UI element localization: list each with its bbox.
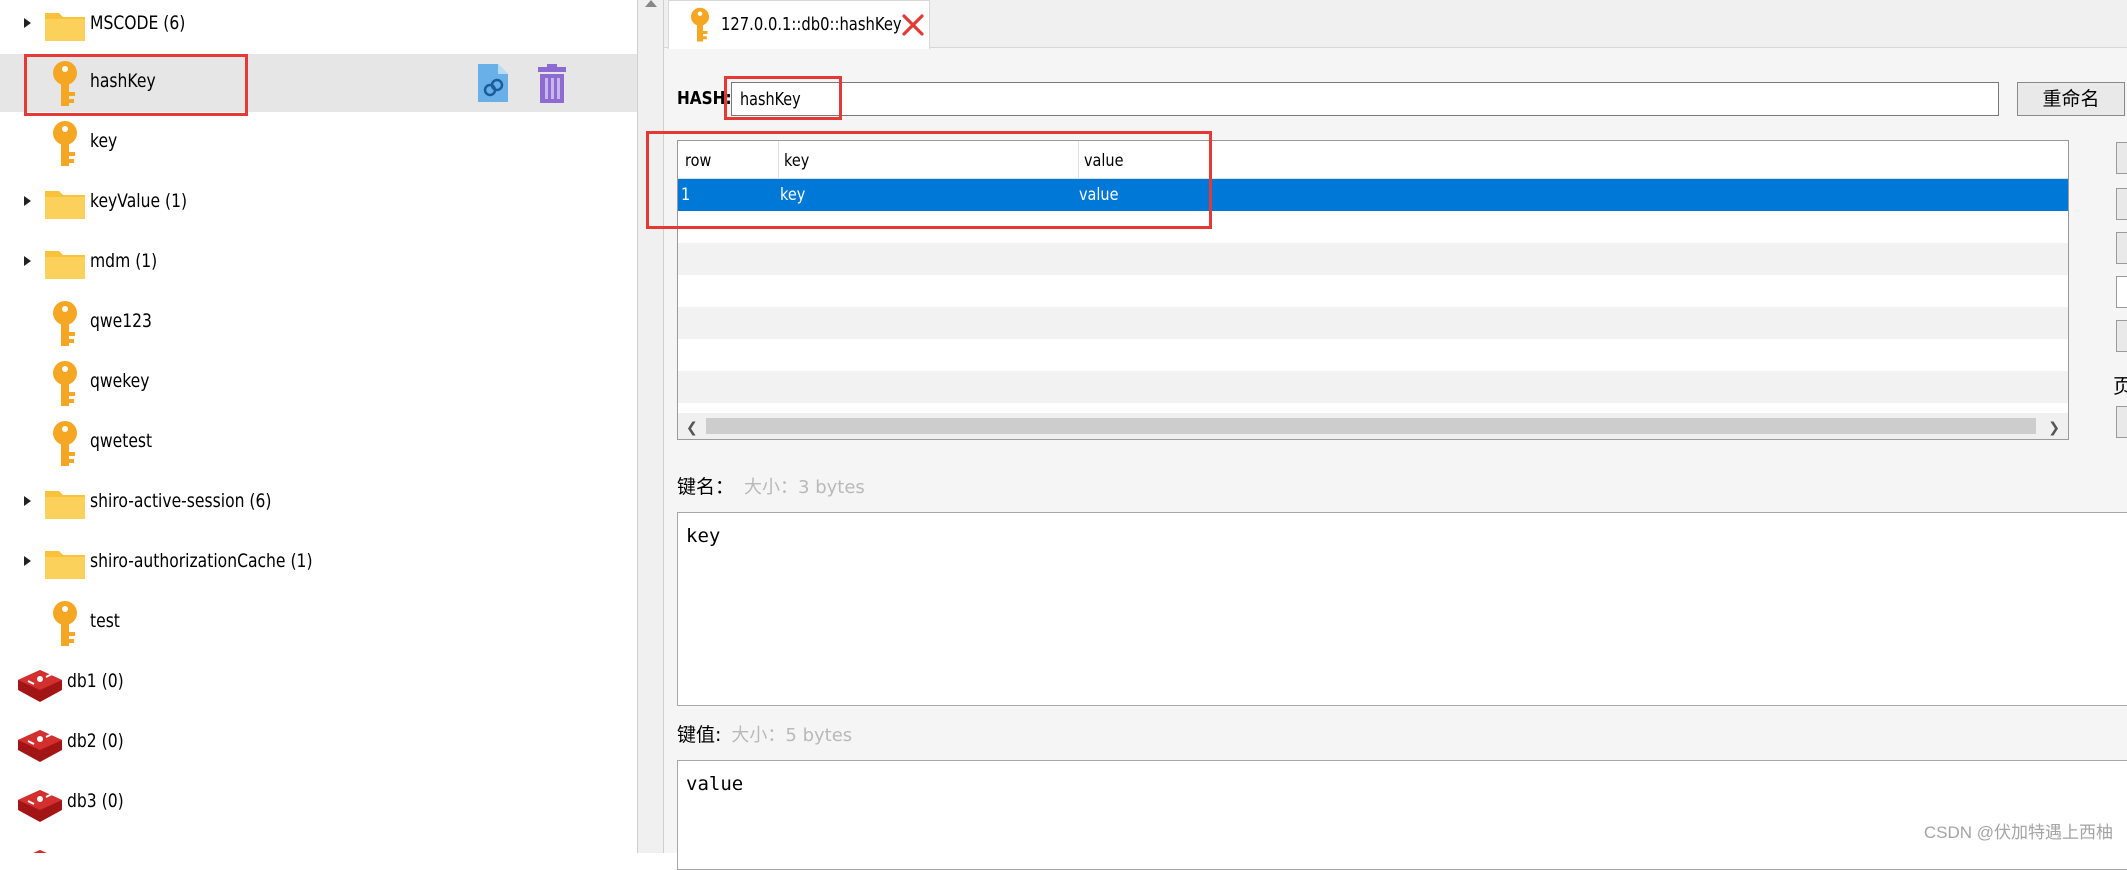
tree-item-label: qwekey <box>90 370 150 392</box>
key-icon <box>53 361 77 406</box>
table-row-empty <box>678 243 2068 275</box>
tree-item-label: db1 (0) <box>67 670 124 692</box>
side-button[interactable] <box>2116 142 2127 174</box>
folder-icon <box>45 551 85 579</box>
database-icon <box>33 850 47 853</box>
tree-item-key[interactable]: key <box>0 114 637 172</box>
key-icon <box>691 7 709 42</box>
key-name-label: 键名： 大小：3 bytes <box>677 472 865 499</box>
tree-item-label: qwe123 <box>90 310 152 332</box>
side-input[interactable] <box>2116 276 2127 308</box>
tree-item-db3[interactable]: db3 (0) <box>0 774 637 832</box>
copy-link-icon[interactable] <box>476 62 510 104</box>
key-name-title: 键名： <box>677 476 735 498</box>
key-value-editor[interactable]: value <box>677 760 2127 870</box>
page-label-fragment: 页 <box>2113 376 2127 398</box>
tree-item-db1[interactable]: db1 (0) <box>0 654 637 712</box>
hash-key-input[interactable]: hashKey <box>731 82 1999 116</box>
tree-item-mscode[interactable]: MSCODE (6) <box>0 0 637 54</box>
tree-item-label: shiro-active-session (6) <box>90 490 272 512</box>
close-icon[interactable] <box>901 13 925 37</box>
expand-arrow-icon[interactable] <box>24 556 31 566</box>
tree-item-label: key <box>90 130 118 152</box>
tree-item-label: MSCODE (6) <box>90 12 186 34</box>
table-row-empty <box>678 339 2068 371</box>
tree-item-label: db2 (0) <box>67 730 124 752</box>
side-button[interactable] <box>2116 188 2127 220</box>
tree-item-label: test <box>90 610 120 632</box>
side-button[interactable] <box>2116 320 2127 352</box>
tree-item-shiro-active-session[interactable]: shiro-active-session (6) <box>0 474 637 532</box>
highlight-box <box>24 54 248 116</box>
tree-item-qwekey[interactable]: qwekey <box>0 354 637 412</box>
tree-item-mdm[interactable]: mdm (1) <box>0 234 637 292</box>
key-name-editor[interactable]: key <box>677 512 2127 706</box>
folder-icon <box>45 491 85 519</box>
tree-item-label: db3 (0) <box>67 790 124 812</box>
key-icon <box>53 301 77 346</box>
scroll-right-icon[interactable]: ❯ <box>2048 419 2060 436</box>
scroll-up-arrow-icon[interactable] <box>645 0 657 7</box>
folder-icon <box>45 191 85 219</box>
value-size-info: 大小：5 bytes <box>731 725 853 746</box>
tree-item-db2[interactable]: db2 (0) <box>0 714 637 772</box>
folder-icon <box>45 13 85 41</box>
key-value-label: 键值: 大小：5 bytes <box>677 720 852 747</box>
panel-splitter[interactable] <box>637 0 664 853</box>
database-icon <box>18 790 62 822</box>
tree-item-label: qwetest <box>90 430 153 452</box>
database-icon <box>18 670 62 702</box>
key-editor-panel: 127.0.0.1::db0::hashKey HASH: hashKey 重命… <box>646 0 2127 870</box>
tree-item-test[interactable]: test <box>0 594 637 652</box>
scroll-left-icon[interactable]: ❮ <box>686 419 698 436</box>
table-row-empty <box>678 371 2068 403</box>
key-tree: MSCODE (6) hashKey key keyValue (1) mdm … <box>0 0 637 853</box>
tree-item-keyvalue[interactable]: keyValue (1) <box>0 174 637 232</box>
scrollbar-thumb[interactable] <box>706 418 2036 434</box>
database-icon <box>18 730 62 762</box>
highlight-box <box>646 131 1212 229</box>
highlight-box <box>724 76 842 120</box>
tree-item-db-partial[interactable] <box>0 834 637 853</box>
key-icon <box>53 601 77 646</box>
tab-bar: 127.0.0.1::db0::hashKey <box>664 0 2127 49</box>
table-row-empty <box>678 275 2068 307</box>
expand-arrow-icon[interactable] <box>24 496 31 506</box>
tree-item-shiro-authorizationcache[interactable]: shiro-authorizationCache (1) <box>0 534 637 592</box>
watermark: CSDN @伏加特遇上西柚 <box>1923 823 2113 842</box>
rename-button[interactable]: 重命名 <box>2017 82 2125 116</box>
expand-arrow-icon[interactable] <box>24 196 31 206</box>
side-button[interactable] <box>2116 232 2127 264</box>
tree-item-label: shiro-authorizationCache (1) <box>90 550 313 572</box>
expand-arrow-icon[interactable] <box>24 256 31 266</box>
expand-arrow-icon[interactable] <box>24 18 31 28</box>
key-value-title: 键值: <box>677 724 722 746</box>
key-icon <box>53 421 77 466</box>
tree-item-qwe123[interactable]: qwe123 <box>0 294 637 352</box>
tree-item-label: keyValue (1) <box>90 190 188 212</box>
tree-item-label: mdm (1) <box>90 250 158 272</box>
tab-title: 127.0.0.1::db0::hashKey <box>721 14 902 35</box>
side-button[interactable] <box>2116 406 2127 438</box>
folder-icon <box>45 251 85 279</box>
key-size-info: 大小：3 bytes <box>744 477 865 498</box>
trash-icon[interactable] <box>536 64 568 104</box>
tree-item-qwetest[interactable]: qwetest <box>0 414 637 472</box>
table-row-empty <box>678 307 2068 339</box>
tab-hashkey[interactable]: 127.0.0.1::db0::hashKey <box>668 0 930 49</box>
key-icon <box>53 121 77 166</box>
horizontal-scrollbar[interactable]: ❮ ❯ <box>678 413 2068 439</box>
